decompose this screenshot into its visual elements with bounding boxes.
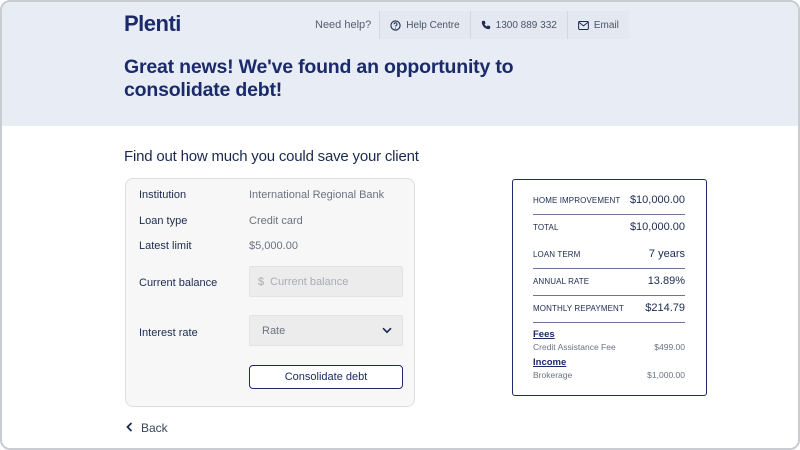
chevron-down-icon bbox=[382, 325, 392, 337]
income-item: Brokerage $1,000.00 bbox=[533, 370, 685, 380]
current-balance-placeholder: Current balance bbox=[270, 275, 349, 288]
summary-row: LOAN TERM 7 years bbox=[533, 248, 685, 260]
institution-label: Institution bbox=[139, 189, 187, 201]
back-label: Back bbox=[141, 421, 168, 435]
help-centre-link[interactable]: Help Centre bbox=[379, 11, 470, 39]
divider bbox=[533, 322, 685, 323]
income-heading: Income bbox=[533, 357, 567, 368]
loan-type-value: Credit card bbox=[249, 215, 303, 227]
hero-banner: Plenti Need help? Help Centre 1300 889 3… bbox=[2, 2, 798, 126]
divider bbox=[533, 295, 685, 296]
fee-item: Credit Assistance Fee $499.00 bbox=[533, 342, 685, 352]
interest-rate-select[interactable]: Rate bbox=[249, 315, 403, 346]
institution-value: International Regional Bank bbox=[249, 189, 385, 201]
loan-details-card: Institution International Regional Bank … bbox=[125, 178, 415, 407]
help-centre-label: Help Centre bbox=[406, 19, 460, 31]
email-label: Email bbox=[593, 19, 619, 31]
current-balance-input[interactable]: $ Current balance bbox=[249, 266, 403, 297]
envelope-icon bbox=[577, 20, 589, 30]
section-title: Find out how much you could save your cl… bbox=[124, 148, 419, 165]
fees-heading: Fees bbox=[533, 329, 555, 340]
back-link[interactable]: Back bbox=[126, 421, 168, 435]
interest-rate-selected: Rate bbox=[262, 324, 286, 337]
currency-prefix: $ bbox=[258, 275, 265, 288]
phone-icon bbox=[481, 20, 491, 30]
help-bar: Need help? Help Centre 1300 889 332 Emai… bbox=[307, 11, 629, 39]
loan-summary-panel: HOME IMPROVEMENT $10,000.00 TOTAL $10,00… bbox=[512, 179, 707, 396]
interest-rate-label: Interest rate bbox=[139, 327, 198, 339]
chevron-left-icon bbox=[126, 421, 133, 435]
divider bbox=[533, 214, 685, 215]
summary-row: ANNUAL RATE 13.89% bbox=[533, 275, 685, 287]
summary-row: MONTHLY REPAYMENT $214.79 bbox=[533, 302, 685, 314]
divider bbox=[533, 268, 685, 269]
need-help-label: Need help? bbox=[315, 19, 372, 31]
summary-row: TOTAL $10,000.00 bbox=[533, 221, 685, 233]
latest-limit-label: Latest limit bbox=[139, 240, 192, 252]
plenti-logo[interactable]: Plenti bbox=[124, 11, 181, 37]
latest-limit-value: $5,000.00 bbox=[249, 240, 298, 252]
loan-type-label: Loan type bbox=[139, 215, 188, 227]
browser-frame: Plenti Need help? Help Centre 1300 889 3… bbox=[0, 0, 800, 450]
phone-number-label: 1300 889 332 bbox=[495, 19, 557, 31]
current-balance-label: Current balance bbox=[139, 277, 218, 289]
consolidate-debt-button[interactable]: Consolidate debt bbox=[249, 365, 403, 389]
summary-row: HOME IMPROVEMENT $10,000.00 bbox=[533, 194, 685, 206]
phone-link[interactable]: 1300 889 332 bbox=[469, 11, 567, 39]
question-circle-icon bbox=[390, 19, 401, 31]
email-link[interactable]: Email bbox=[566, 11, 629, 39]
page-headline: Great news! We've found an opportunity t… bbox=[124, 56, 514, 101]
